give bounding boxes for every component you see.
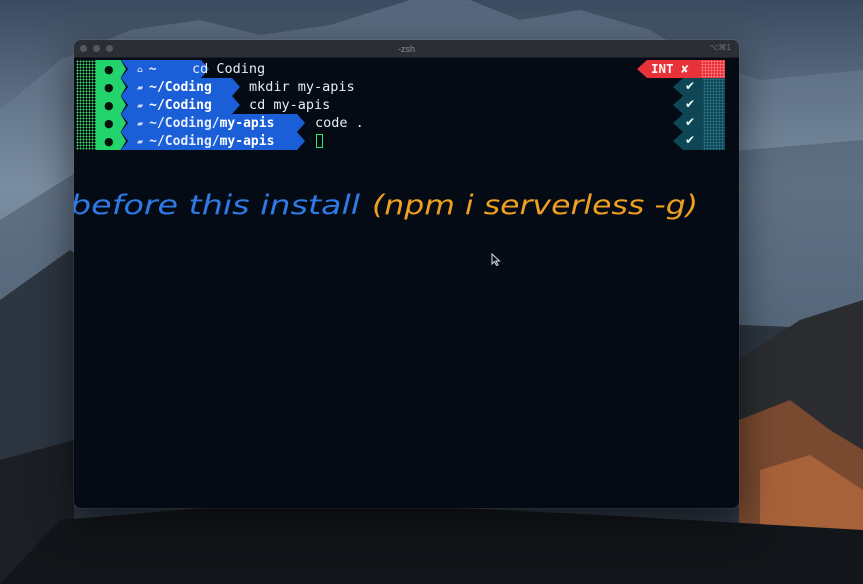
apple-icon: ●: [104, 134, 114, 148]
prompt-line: ● ▰ ~/Coding mkdir my-apis ✔: [74, 78, 739, 96]
os-segment: ●: [96, 60, 126, 78]
folder-icon: ▰: [137, 136, 144, 146]
apple-icon: ●: [104, 80, 114, 94]
mouse-pointer-icon: [491, 253, 501, 267]
prompt-line: ● ⌂ ~ cd Coding INT ✘: [74, 60, 739, 78]
folder-icon: ▰: [137, 100, 144, 110]
path-current-dir: my-apis: [219, 115, 275, 131]
path-text: ~/Coding: [149, 97, 212, 113]
path-segment: ▰ ~/Coding: [121, 78, 240, 96]
os-segment: ●: [96, 78, 126, 96]
path-prefix: ~/Coding/: [149, 115, 220, 131]
annotation-orange-text: (npm i serverless -g): [372, 190, 698, 221]
text-cursor[interactable]: [316, 134, 323, 148]
prompt-line-active[interactable]: ● ▰ ~/Coding/my-apis ✔: [74, 132, 739, 150]
command-text: cd my-apis: [249, 97, 331, 113]
window-controls: [80, 45, 113, 52]
path-segment: ▰ ~/Coding/my-apis: [121, 132, 305, 150]
zoom-button[interactable]: [106, 45, 113, 52]
close-button[interactable]: [80, 45, 87, 52]
window-title: -zsh: [397, 43, 415, 54]
command-text: cd Coding: [192, 61, 266, 77]
path-text: ~: [148, 61, 157, 77]
os-segment: ●: [96, 132, 126, 150]
path-current-dir: my-apis: [219, 133, 275, 149]
path-prefix: ~/Coding/: [149, 133, 220, 149]
home-icon: ⌂: [137, 64, 143, 74]
status-decoration: [703, 132, 725, 150]
apple-icon: ●: [104, 98, 114, 112]
annotation-blue-text: before this install: [74, 190, 361, 221]
command-text: mkdir my-apis: [249, 79, 355, 95]
check-icon: ✔: [685, 79, 696, 93]
path-segment: ▰ ~/Coding/my-apis: [121, 114, 305, 132]
status-segment-ok: ✔: [673, 132, 725, 150]
path-segment: ▰ ~/Coding: [121, 96, 240, 114]
command-text: code .: [315, 115, 364, 131]
status-decoration: [703, 96, 725, 114]
folder-icon: ▰: [137, 82, 144, 92]
terminal-output[interactable]: ● ⌂ ~ cd Coding INT ✘ ● ▰ ~/Coding mkdir…: [74, 60, 739, 150]
apple-icon: ●: [104, 62, 114, 76]
check-icon: ✔: [685, 133, 696, 147]
title-bar[interactable]: -zsh ⌥⌘1: [74, 40, 739, 58]
status-text: INT ✘: [651, 61, 689, 76]
status-segment-error: INT ✘: [637, 60, 725, 78]
apple-icon: ●: [104, 116, 114, 130]
os-segment: ●: [96, 96, 126, 114]
status-decoration: [701, 60, 725, 78]
minimize-button[interactable]: [93, 45, 100, 52]
status-decoration: [703, 114, 725, 132]
check-icon: ✔: [685, 97, 696, 111]
handwritten-annotation: before this install (npm i serverless -g…: [74, 190, 698, 221]
os-segment: ●: [96, 114, 126, 132]
prompt-line: ● ▰ ~/Coding/my-apis code . ✔: [74, 114, 739, 132]
check-icon: ✔: [685, 115, 696, 129]
status-segment-ok: ✔: [673, 78, 725, 96]
status-segment-ok: ✔: [673, 96, 725, 114]
prompt-line: ● ▰ ~/Coding cd my-apis ✔: [74, 96, 739, 114]
status-segment-ok: ✔: [673, 114, 725, 132]
folder-icon: ▰: [137, 118, 144, 128]
path-text: ~/Coding: [149, 79, 212, 95]
window-shortcut: ⌥⌘1: [709, 43, 731, 52]
terminal-window[interactable]: -zsh ⌥⌘1 ● ⌂ ~ cd Coding INT ✘ ● ▰ ~/Cod…: [74, 40, 739, 508]
status-decoration: [703, 78, 725, 96]
